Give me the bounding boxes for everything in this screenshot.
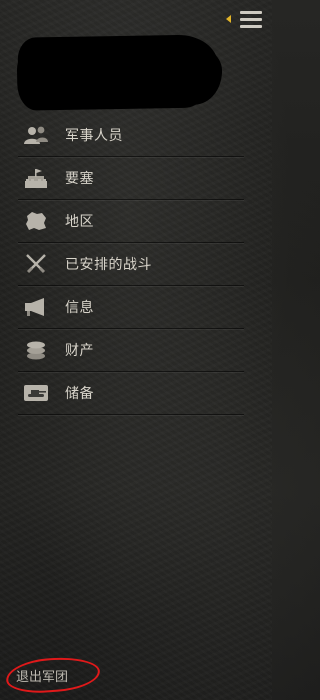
sidebar-item-messages[interactable]: 信息	[18, 286, 244, 329]
leave-clan-area: 退出军团	[4, 654, 102, 696]
redacted-clan-name	[17, 34, 219, 104]
menu-toggle-button[interactable]	[226, 10, 262, 30]
sidebar-item-region[interactable]: 地区	[18, 200, 244, 243]
coins-icon	[23, 337, 49, 363]
sidebar-nav: 军事人员 要塞 地区 已安排的战斗 信息 财产 储备	[18, 114, 244, 415]
sidebar-item-personnel[interactable]: 军事人员	[18, 114, 244, 157]
tank-icon	[23, 380, 49, 406]
sidebar-item-label: 地区	[65, 214, 94, 230]
sidebar-item-property[interactable]: 财产	[18, 329, 244, 372]
sidebar-item-label: 军事人员	[65, 128, 123, 144]
personnel-icon	[23, 122, 49, 148]
sidebar-item-label: 信息	[65, 300, 94, 316]
sidebar-item-label: 已安排的战斗	[65, 257, 152, 273]
hamburger-menu-icon	[240, 10, 262, 28]
leave-clan-link[interactable]: 退出军团	[16, 666, 68, 685]
region-map-icon	[23, 208, 49, 234]
sidebar-item-fortress[interactable]: 要塞	[18, 157, 244, 200]
caret-left-icon	[226, 15, 231, 23]
crossed-swords-icon	[23, 251, 49, 277]
sidebar-item-label: 要塞	[65, 171, 94, 187]
sidebar-item-battles[interactable]: 已安排的战斗	[18, 243, 244, 286]
sidebar-item-label: 财产	[65, 343, 94, 359]
sidebar-item-reserves[interactable]: 储备	[18, 372, 244, 415]
megaphone-icon	[23, 294, 49, 320]
fortress-icon	[23, 165, 49, 191]
sidebar-item-label: 储备	[65, 386, 94, 402]
